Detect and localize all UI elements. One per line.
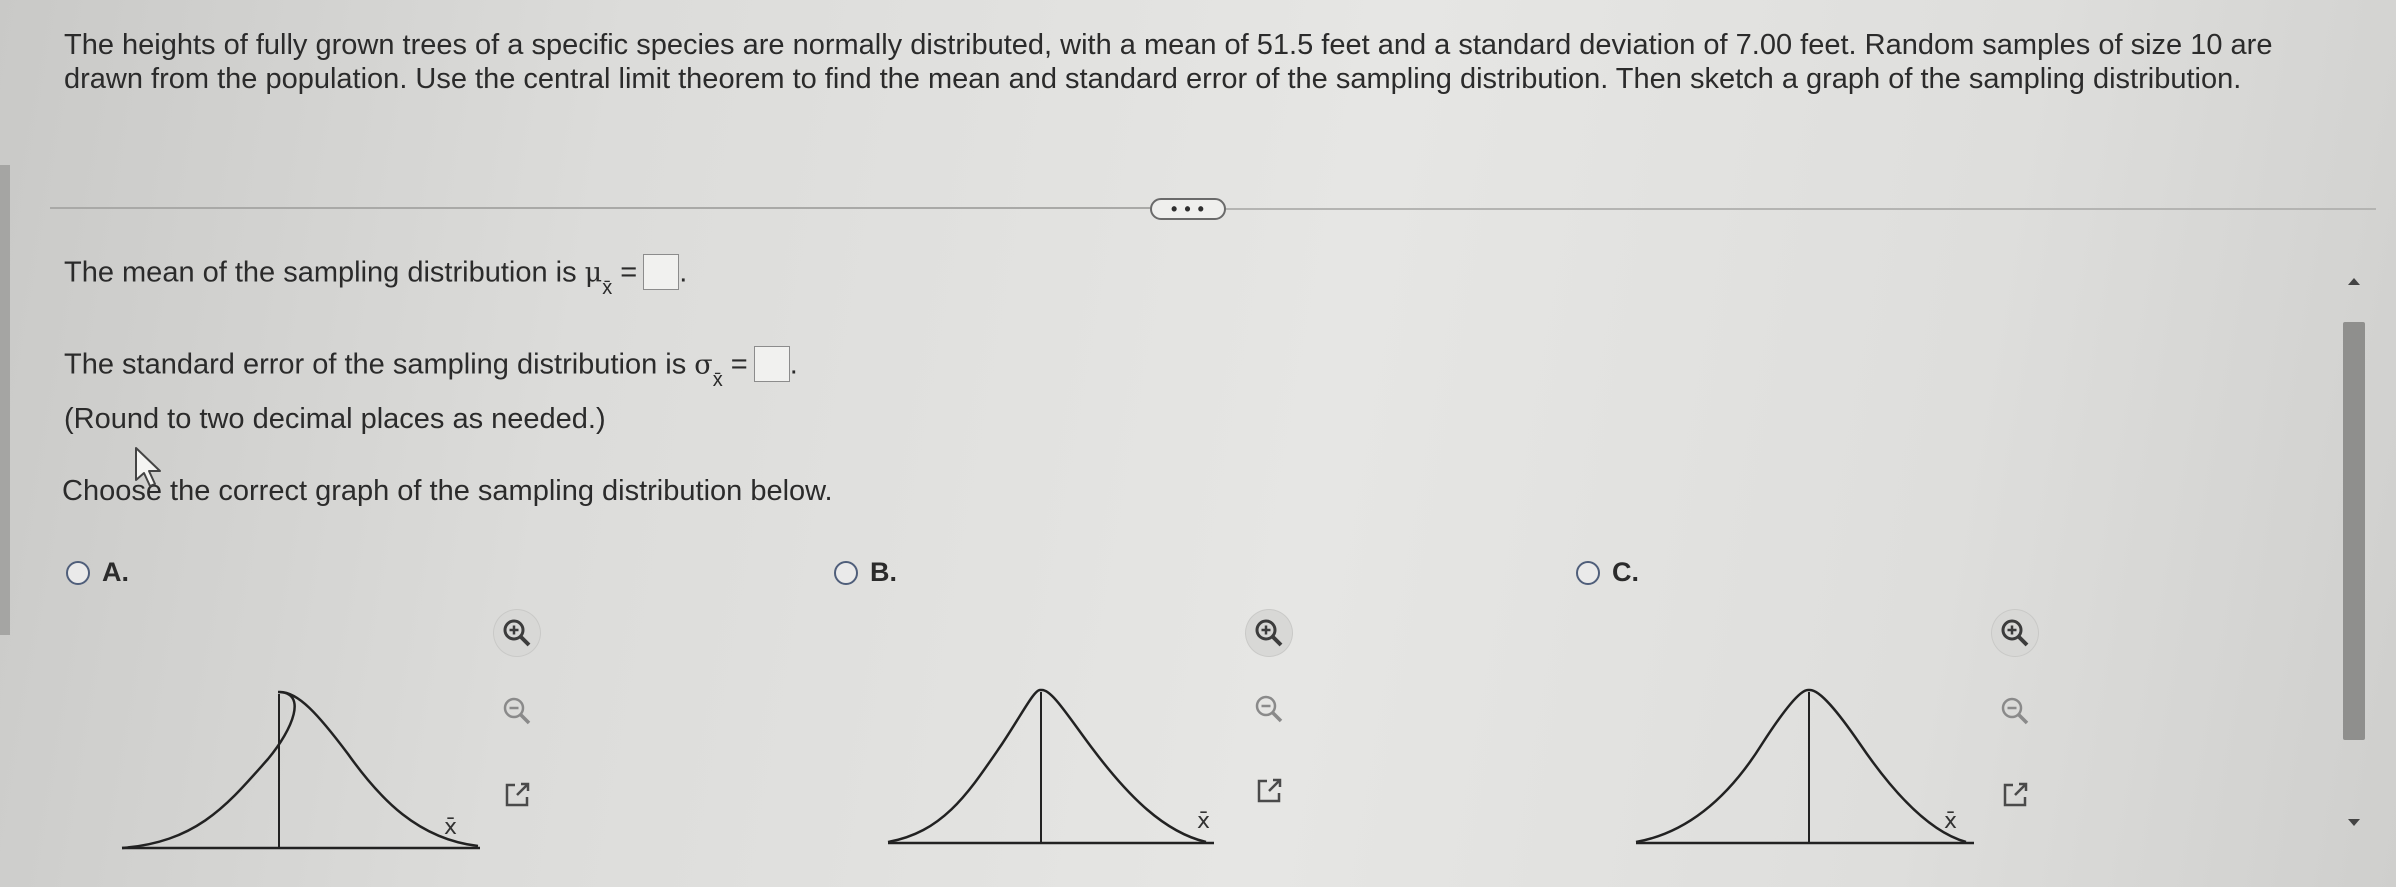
- option-c-curve: [1635, 688, 1967, 844]
- option-c[interactable]: C.: [1576, 557, 1639, 588]
- divider-line: [50, 207, 1150, 209]
- option-a[interactable]: A.: [66, 557, 129, 588]
- option-b-axis-label: x̄: [1197, 809, 1210, 834]
- se-period: .: [789, 348, 798, 381]
- option-a-zoom-out-button[interactable]: [494, 688, 540, 734]
- scroll-down-arrow-icon[interactable]: [2347, 818, 2361, 828]
- option-a-label: A.: [102, 557, 129, 587]
- option-a-axis-label: x̄: [444, 815, 457, 840]
- option-b-curve: [887, 688, 1207, 844]
- external-link-icon: [505, 782, 530, 807]
- option-b-radio[interactable]: [834, 560, 858, 585]
- standard-error-prompt: The standard error of the sampling distr…: [64, 346, 798, 391]
- choose-graph-prompt: Choose the correct graph of the sampling…: [62, 475, 833, 507]
- option-b-graph: x̄: [887, 688, 1214, 845]
- option-b-zoom-in-button[interactable]: [1246, 610, 1292, 656]
- zoom-in-icon: [2001, 619, 2029, 647]
- zoom-out-icon: [2001, 697, 2029, 725]
- more-options-button[interactable]: • • •: [1150, 198, 1226, 220]
- zoom-in-icon: [503, 619, 531, 647]
- option-a-graph: x̄: [121, 690, 480, 850]
- option-c-axis-label: x̄: [1944, 809, 1957, 834]
- scrollbar-thumb[interactable]: [2343, 322, 2365, 740]
- option-c-radio[interactable]: [1576, 560, 1600, 585]
- zoom-in-icon: [1255, 619, 1283, 647]
- mouse-pointer-icon: [135, 447, 161, 487]
- mu-symbol: μ: [584, 257, 603, 289]
- option-b-label: B.: [870, 557, 897, 587]
- option-c-popout-button[interactable]: [1992, 772, 2038, 818]
- divider-line-right: [1226, 208, 2376, 210]
- se-equals: =: [730, 348, 748, 381]
- option-b-zoom-out-button[interactable]: [1246, 686, 1292, 732]
- rounding-note: (Round to two decimal places as needed.): [64, 403, 606, 435]
- left-edge-bar: [0, 165, 10, 635]
- option-c-graph: x̄: [1635, 688, 1974, 845]
- mean-answer-input[interactable]: [643, 254, 680, 290]
- zoom-out-icon: [503, 697, 531, 725]
- option-c-zoom-out-button[interactable]: [1992, 688, 2038, 734]
- mu-subscript: x̄: [602, 276, 613, 299]
- mean-prompt-text: The mean of the sampling distribution is: [64, 256, 577, 289]
- external-link-icon: [1257, 778, 1282, 803]
- external-link-icon: [2003, 782, 2028, 807]
- scroll-up-arrow-icon[interactable]: [2347, 276, 2361, 286]
- option-a-radio[interactable]: [66, 560, 90, 585]
- option-b[interactable]: B.: [834, 557, 897, 588]
- se-prompt-text: The standard error of the sampling distr…: [64, 348, 687, 381]
- mean-period: .: [679, 256, 688, 289]
- option-a-zoom-in-button[interactable]: [494, 610, 540, 656]
- standard-error-answer-input[interactable]: [753, 346, 790, 382]
- sigma-subscript: x̄: [712, 368, 723, 391]
- question-text: The heights of fully grown trees of a sp…: [64, 29, 2273, 95]
- option-a-popout-button[interactable]: [494, 772, 540, 818]
- mean-prompt: The mean of the sampling distribution is…: [64, 254, 688, 299]
- option-c-label: C.: [1612, 557, 1639, 587]
- option-b-popout-button[interactable]: [1246, 768, 1292, 814]
- mean-equals: =: [620, 256, 638, 289]
- option-a-curve: [121, 690, 479, 850]
- option-c-zoom-in-button[interactable]: [1992, 610, 2038, 656]
- zoom-out-icon: [1255, 695, 1283, 723]
- sigma-symbol: σ: [694, 349, 713, 381]
